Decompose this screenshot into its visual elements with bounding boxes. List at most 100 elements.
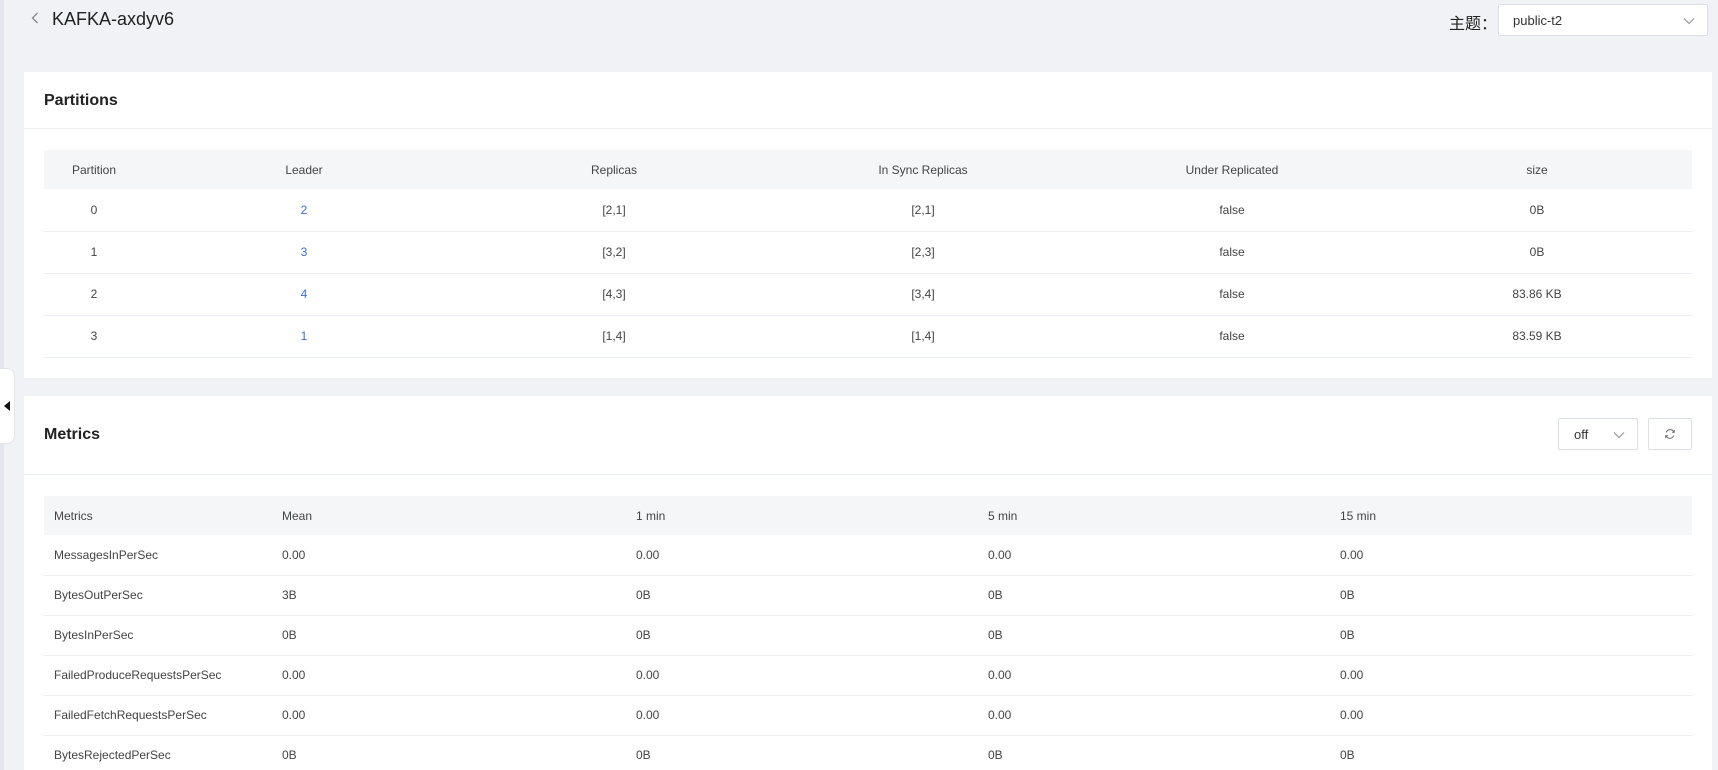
one-min-cell: 0B	[636, 575, 988, 616]
table-row: MessagesInPerSec 0.00 0.00 0.00 0.00	[44, 535, 1692, 576]
sidebar-collapse-toggle[interactable]	[0, 368, 15, 444]
metric-name-cell: BytesOutPerSec	[44, 575, 282, 616]
leader-link[interactable]: 2	[144, 189, 464, 232]
five-min-cell: 0B	[988, 575, 1340, 616]
page: KAFKA-axdyv6 主题： public-t2 Partitions Pa…	[0, 0, 1718, 770]
metric-name-cell: FailedProduceRequestsPerSec	[44, 655, 282, 696]
table-row: 2 4 [4,3] [3,4] false 83.86 KB	[44, 273, 1692, 316]
partitions-card: Partitions Partition Leader Replicas In …	[24, 72, 1712, 378]
size-cell: 83.59 KB	[1382, 315, 1692, 358]
replicas-cell: [3,2]	[464, 231, 764, 274]
metrics-divider	[24, 474, 1712, 475]
fifteen-min-cell: 0B	[1340, 735, 1692, 770]
page-header: KAFKA-axdyv6 主题： public-t2	[0, 0, 1718, 42]
column-header-5min[interactable]: 5 min	[988, 496, 1340, 535]
isr-cell: [2,1]	[764, 189, 1082, 232]
isr-cell: [3,4]	[764, 273, 1082, 316]
column-header-leader[interactable]: Leader	[144, 150, 464, 189]
topic-select-value: public-t2	[1513, 12, 1563, 28]
five-min-cell: 0.00	[988, 695, 1340, 736]
table-row: 3 1 [1,4] [1,4] false 83.59 KB	[44, 315, 1692, 358]
table-row: FailedFetchRequestsPerSec 0.00 0.00 0.00…	[44, 695, 1692, 736]
leader-link[interactable]: 1	[144, 315, 464, 358]
caret-left-icon	[4, 401, 10, 411]
table-row: 1 3 [3,2] [2,3] false 0B	[44, 231, 1692, 274]
partition-cell: 3	[44, 315, 144, 358]
fifteen-min-cell: 0.00	[1340, 655, 1692, 696]
column-header-isr[interactable]: In Sync Replicas	[764, 150, 1082, 189]
metric-name-cell: BytesRejectedPerSec	[44, 735, 282, 770]
under-replicated-cell: false	[1082, 315, 1382, 358]
partitions-title: Partitions	[44, 92, 118, 109]
refresh-interval-value: off	[1574, 426, 1589, 442]
one-min-cell: 0B	[636, 615, 988, 656]
five-min-cell: 0.00	[988, 535, 1340, 576]
fifteen-min-cell: 0B	[1340, 575, 1692, 616]
refresh-icon	[1665, 429, 1675, 439]
one-min-cell: 0.00	[636, 535, 988, 576]
table-row: BytesRejectedPerSec 0B 0B 0B 0B	[44, 735, 1692, 770]
replicas-cell: [2,1]	[464, 189, 764, 232]
chevron-left-icon[interactable]	[28, 9, 42, 27]
metrics-card: Metrics off Metrics Mean 1 min 5 min 15 …	[24, 396, 1712, 770]
size-cell: 0B	[1382, 231, 1692, 274]
metrics-title: Metrics	[44, 426, 101, 443]
column-header-replicas[interactable]: Replicas	[464, 150, 764, 189]
partitions-header-row: Partition Leader Replicas In Sync Replic…	[44, 150, 1692, 189]
isr-cell: [2,3]	[764, 231, 1082, 274]
refresh-interval-select[interactable]: off	[1558, 418, 1638, 450]
metric-name-cell: FailedFetchRequestsPerSec	[44, 695, 282, 736]
replicas-cell: [1,4]	[464, 315, 764, 358]
mean-cell: 0.00	[282, 535, 636, 576]
partition-cell: 1	[44, 231, 144, 274]
fifteen-min-cell: 0.00	[1340, 695, 1692, 736]
metrics-header-row: Metrics Mean 1 min 5 min 15 min	[44, 496, 1692, 535]
size-cell: 83.86 KB	[1382, 273, 1692, 316]
five-min-cell: 0B	[988, 615, 1340, 656]
page-title: KAFKA-axdyv6	[52, 9, 175, 29]
metric-name-cell: MessagesInPerSec	[44, 535, 282, 576]
fifteen-min-cell: 0B	[1340, 615, 1692, 656]
metrics-table: Metrics Mean 1 min 5 min 15 min Messages…	[44, 496, 1692, 770]
topic-select[interactable]: public-t2	[1498, 4, 1708, 36]
one-min-cell: 0.00	[636, 695, 988, 736]
replicas-cell: [4,3]	[464, 273, 764, 316]
one-min-cell: 0.00	[636, 655, 988, 696]
column-header-mean[interactable]: Mean	[282, 496, 636, 535]
column-header-under-replicated[interactable]: Under Replicated	[1082, 150, 1382, 189]
column-header-15min[interactable]: 15 min	[1340, 496, 1692, 535]
fifteen-min-cell: 0.00	[1340, 535, 1692, 576]
partition-cell: 0	[44, 189, 144, 232]
metric-name-cell: BytesInPerSec	[44, 615, 282, 656]
five-min-cell: 0B	[988, 735, 1340, 770]
table-row: 0 2 [2,1] [2,1] false 0B	[44, 189, 1692, 232]
table-row: BytesOutPerSec 3B 0B 0B 0B	[44, 575, 1692, 616]
one-min-cell: 0B	[636, 735, 988, 770]
refresh-button[interactable]	[1648, 418, 1692, 450]
partitions-divider	[24, 128, 1712, 129]
under-replicated-cell: false	[1082, 231, 1382, 274]
column-header-1min[interactable]: 1 min	[636, 496, 988, 535]
column-header-partition[interactable]: Partition	[44, 150, 144, 189]
mean-cell: 0B	[282, 735, 636, 770]
mean-cell: 0.00	[282, 695, 636, 736]
leader-link[interactable]: 3	[144, 231, 464, 274]
mean-cell: 0B	[282, 615, 636, 656]
five-min-cell: 0.00	[988, 655, 1340, 696]
mean-cell: 3B	[282, 575, 636, 616]
partitions-table: Partition Leader Replicas In Sync Replic…	[44, 150, 1692, 358]
partition-cell: 2	[44, 273, 144, 316]
under-replicated-cell: false	[1082, 273, 1382, 316]
size-cell: 0B	[1382, 189, 1692, 232]
table-row: BytesInPerSec 0B 0B 0B 0B	[44, 615, 1692, 656]
chevron-down-icon	[1613, 432, 1625, 439]
table-row: FailedProduceRequestsPerSec 0.00 0.00 0.…	[44, 655, 1692, 696]
chevron-down-icon	[1683, 18, 1695, 25]
under-replicated-cell: false	[1082, 189, 1382, 232]
mean-cell: 0.00	[282, 655, 636, 696]
leader-link[interactable]: 4	[144, 273, 464, 316]
column-header-metrics[interactable]: Metrics	[44, 496, 282, 535]
isr-cell: [1,4]	[764, 315, 1082, 358]
column-header-size[interactable]: size	[1382, 150, 1692, 189]
topic-label: 主题：	[1449, 16, 1498, 33]
